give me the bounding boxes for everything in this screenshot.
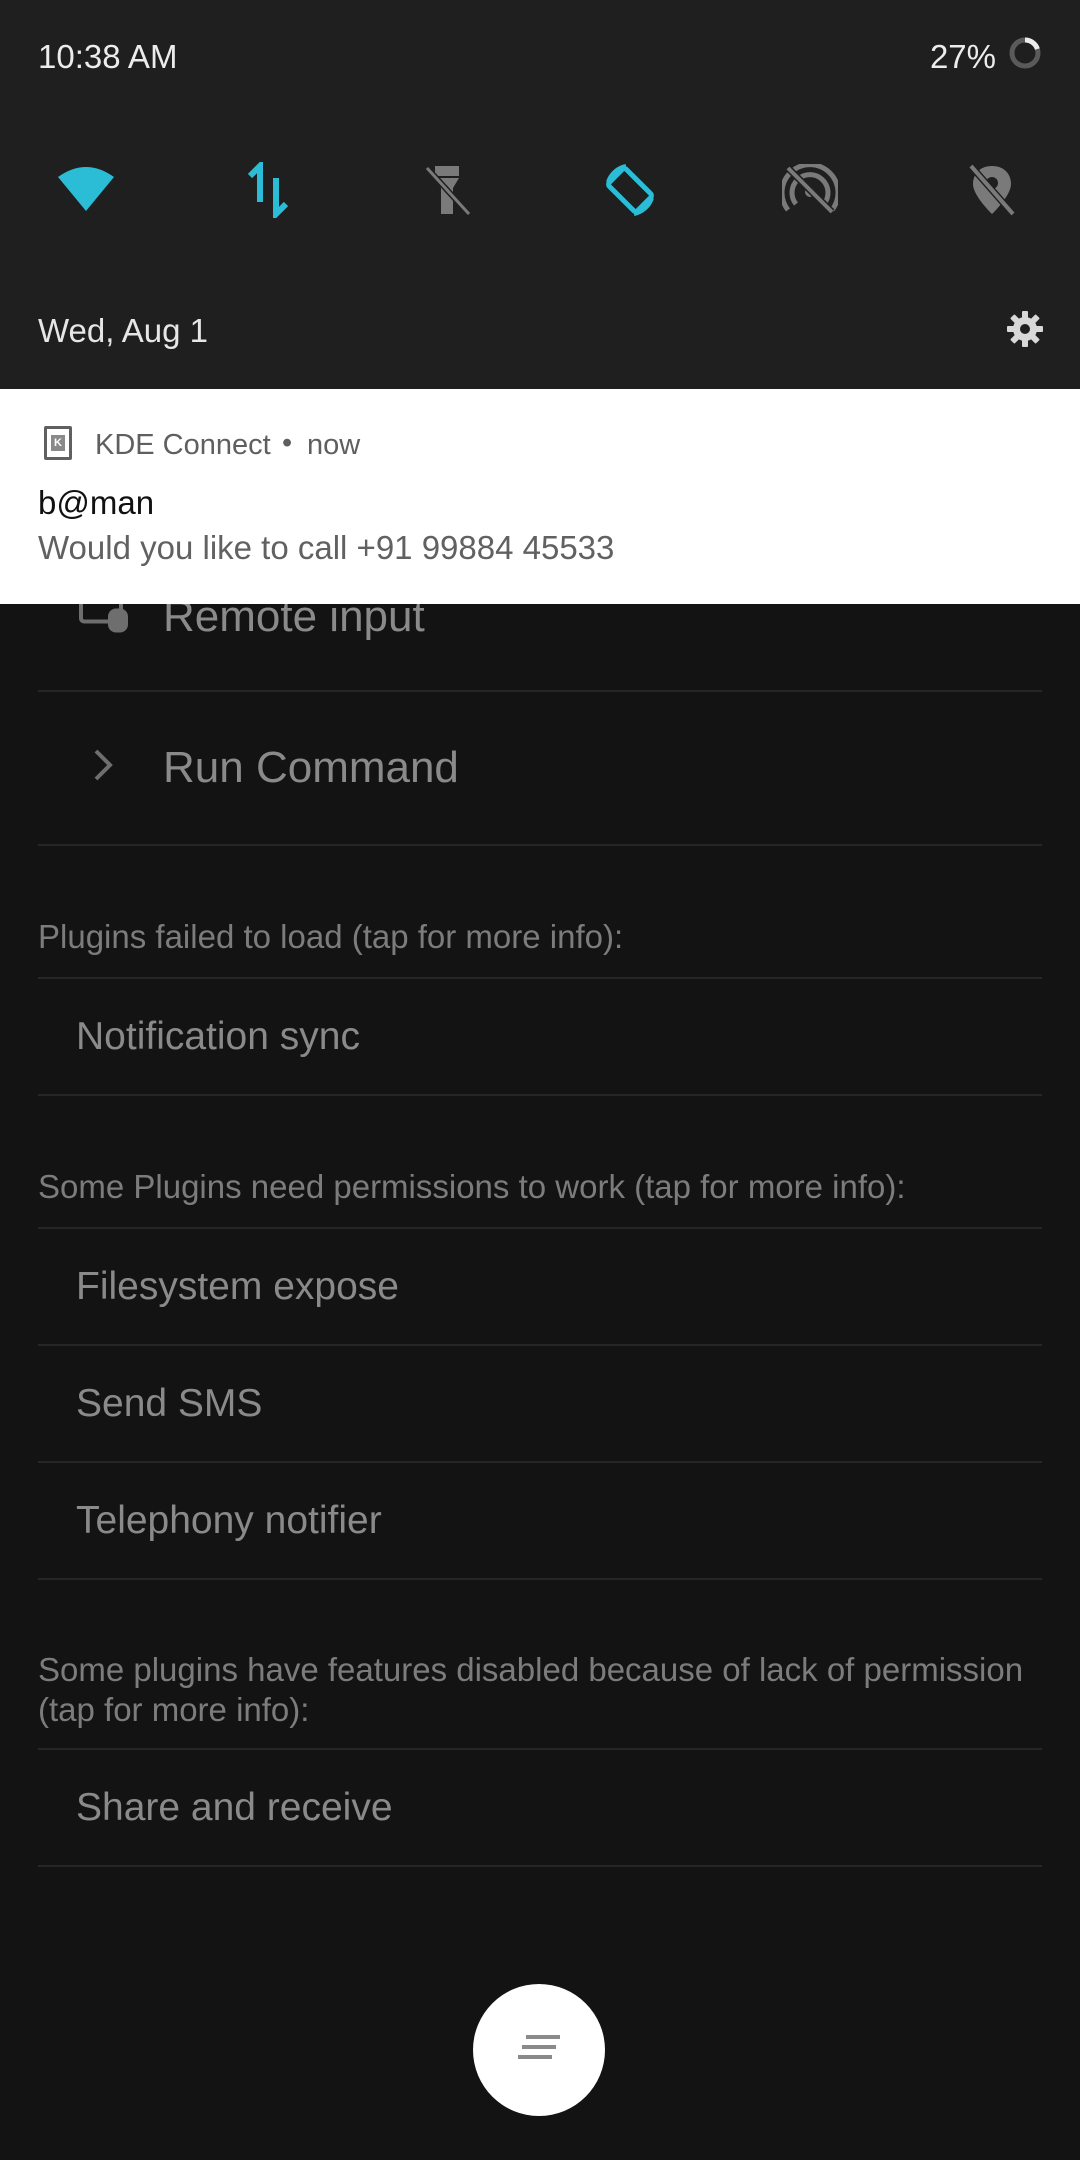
divider: [38, 1865, 1042, 1867]
wifi-icon: [56, 166, 116, 218]
list-item-label: Telephony notifier: [76, 1498, 382, 1542]
status-time: 10:38 AM: [38, 38, 178, 75]
notification-time: now: [307, 429, 361, 461]
failed-plugins-header[interactable]: Plugins failed to load (tap for more inf…: [38, 917, 1042, 957]
settings-button[interactable]: [1002, 308, 1048, 354]
auto-rotate-tile[interactable]: [590, 152, 670, 232]
menu-lines-icon: [516, 2033, 562, 2068]
list-item-telephony-notifier[interactable]: Telephony notifier: [38, 1461, 1042, 1578]
hotspot-off-icon: [779, 161, 841, 221]
list-item-label: Share and receive: [76, 1785, 393, 1829]
screen: Remote input Run Command Plugins failed …: [0, 0, 1080, 2160]
shade-date: Wed, Aug 1: [38, 312, 209, 349]
battery-ring-icon: [1008, 36, 1042, 78]
notification-card[interactable]: K KDE Connect • now b@man Would you like…: [0, 389, 1080, 604]
battery-percent: 27%: [929, 38, 996, 75]
divider: [38, 1094, 1042, 1096]
location-tile[interactable]: [952, 152, 1032, 232]
list-item-filesystem-expose[interactable]: Filesystem expose: [38, 1227, 1042, 1344]
notification-shade: 10:38 AM 27% Wed, Aug 1: [0, 0, 1080, 389]
list-item-notification-sync[interactable]: Notification sync: [38, 977, 1042, 1094]
notification-separator: •: [282, 427, 293, 459]
hotspot-tile[interactable]: [770, 152, 850, 232]
list-item-share-and-receive[interactable]: Share and receive: [38, 1748, 1042, 1865]
gear-icon: [1005, 309, 1045, 354]
mobile-data-icon: [246, 158, 290, 223]
divider: [38, 1578, 1042, 1580]
chevron-right-icon: [93, 743, 113, 793]
plugin-row-run-command[interactable]: Run Command: [38, 692, 1042, 846]
mobile-data-tile[interactable]: [228, 152, 308, 232]
auto-rotate-icon: [600, 160, 660, 225]
list-item-label: Filesystem expose: [76, 1264, 399, 1308]
disabled-features-header[interactable]: Some plugins have features disabled beca…: [38, 1650, 1042, 1730]
battery-indicator: 27%: [930, 36, 1042, 78]
flashlight-off-icon: [423, 162, 473, 223]
list-item-label: Notification sync: [76, 1014, 360, 1058]
menu-fab-button[interactable]: [473, 1984, 605, 2116]
location-off-icon: [967, 162, 1017, 223]
notification-title: b@man: [38, 484, 155, 521]
notification-body: Would you like to call +91 99884 45533: [38, 529, 615, 566]
wifi-tile[interactable]: [46, 152, 126, 232]
permissions-header[interactable]: Some Plugins need permissions to work (t…: [38, 1167, 1042, 1207]
flashlight-tile[interactable]: [408, 152, 488, 232]
kde-connect-app-icon: K: [44, 426, 72, 460]
notification-app-name: KDE Connect: [95, 429, 271, 461]
list-item-send-sms[interactable]: Send SMS: [38, 1344, 1042, 1461]
list-item-label: Send SMS: [76, 1381, 263, 1425]
plugin-label: Run Command: [163, 743, 459, 792]
